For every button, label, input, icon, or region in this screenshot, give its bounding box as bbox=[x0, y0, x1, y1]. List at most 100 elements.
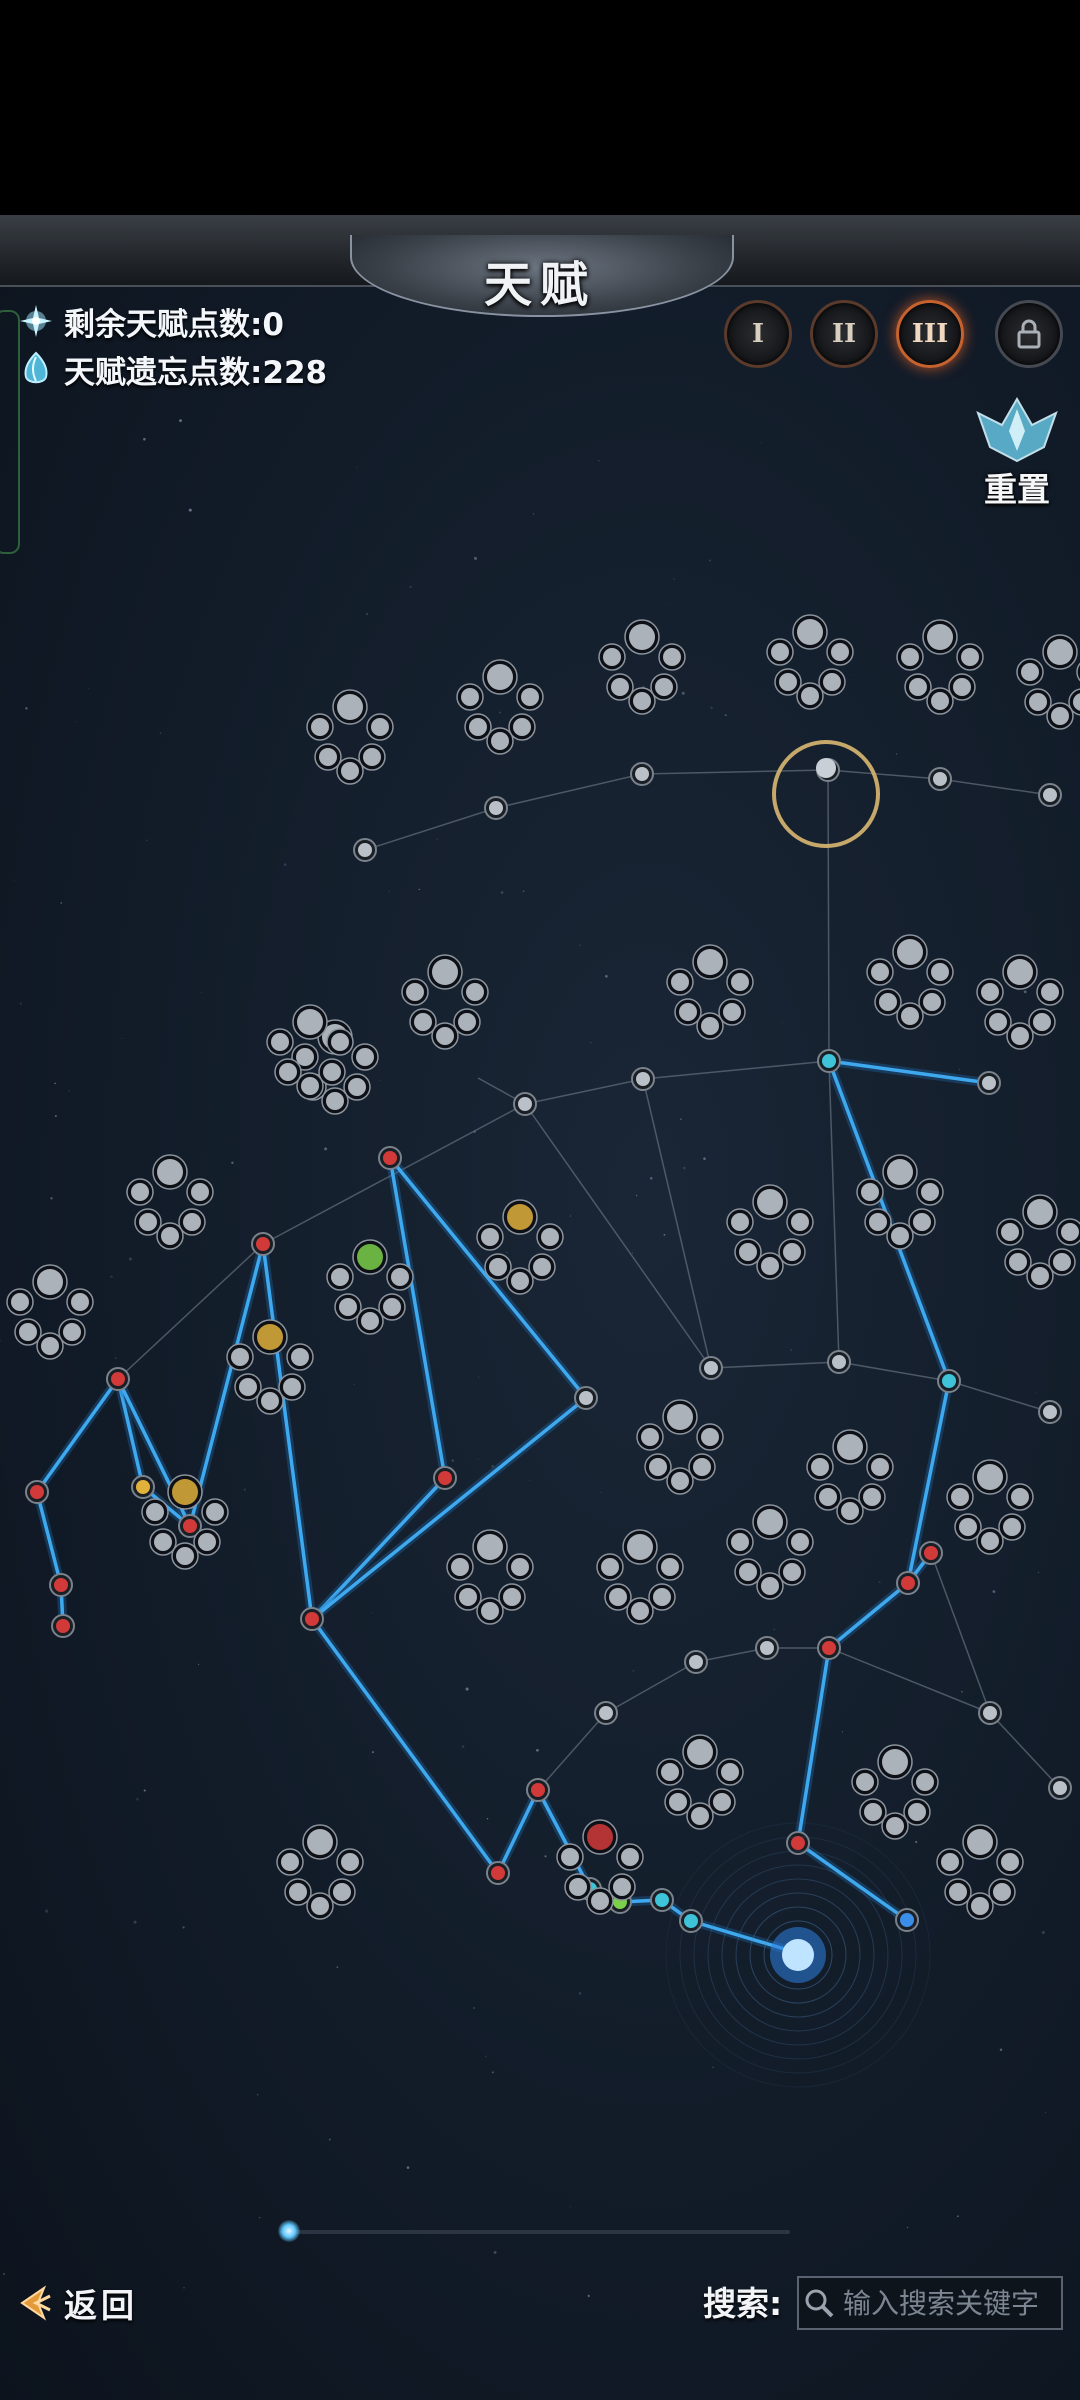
skill-node-icon[interactable] bbox=[757, 1509, 783, 1535]
skill-node-icon[interactable] bbox=[371, 718, 389, 736]
skill-node-icon[interactable] bbox=[783, 1243, 801, 1261]
skill-node-icon[interactable] bbox=[641, 1428, 659, 1446]
skill-node-icon[interactable] bbox=[1041, 983, 1059, 1001]
skill-node-icon[interactable] bbox=[931, 692, 949, 710]
talent-hub-node-core[interactable] bbox=[635, 767, 649, 781]
skill-node-icon[interactable] bbox=[297, 1009, 323, 1035]
search-box[interactable] bbox=[797, 2276, 1063, 2330]
skill-node-icon[interactable] bbox=[461, 688, 479, 706]
skill-node-icon[interactable] bbox=[466, 983, 484, 1001]
skill-node-icon[interactable] bbox=[591, 1892, 609, 1910]
tier-3-button[interactable]: III bbox=[896, 300, 964, 368]
skill-node-icon[interactable] bbox=[337, 694, 363, 720]
skill-node-icon[interactable] bbox=[239, 1378, 257, 1396]
skill-node-icon[interactable] bbox=[341, 1853, 359, 1871]
skill-node-icon[interactable] bbox=[687, 1739, 713, 1765]
skill-node-icon[interactable] bbox=[669, 1793, 687, 1811]
skill-node-icon[interactable] bbox=[901, 648, 919, 666]
skill-node-icon[interactable] bbox=[923, 993, 941, 1011]
skill-node-icon[interactable] bbox=[161, 1227, 179, 1245]
tier-locked-button[interactable] bbox=[995, 300, 1063, 368]
skill-node-icon[interactable] bbox=[627, 1534, 653, 1560]
skill-node-icon[interactable] bbox=[916, 1773, 934, 1791]
talent-hub-node-core[interactable] bbox=[111, 1372, 125, 1386]
skill-node-icon[interactable] bbox=[261, 1392, 279, 1410]
skill-node-icon[interactable] bbox=[691, 1807, 709, 1825]
skill-node-icon[interactable] bbox=[1047, 639, 1073, 665]
talent-hub-node-core[interactable] bbox=[933, 772, 947, 786]
skill-node-icon[interactable] bbox=[981, 1532, 999, 1550]
talent-hub-node-core[interactable] bbox=[531, 1783, 545, 1797]
skill-node-icon[interactable] bbox=[897, 939, 923, 965]
skill-node-icon[interactable] bbox=[901, 1007, 919, 1025]
scrollbar-track[interactable] bbox=[280, 2230, 790, 2234]
skill-node-icon[interactable] bbox=[319, 748, 337, 766]
skill-node-icon[interactable] bbox=[587, 1824, 613, 1850]
skill-node-icon[interactable] bbox=[671, 973, 689, 991]
skill-node-icon[interactable] bbox=[823, 673, 841, 691]
skill-node-icon[interactable] bbox=[503, 1588, 521, 1606]
skill-node-icon[interactable] bbox=[1003, 1518, 1021, 1536]
skill-node-icon[interactable] bbox=[361, 1312, 379, 1330]
skill-node-icon[interactable] bbox=[311, 718, 329, 736]
skill-node-icon[interactable] bbox=[841, 1502, 859, 1520]
skill-node-icon[interactable] bbox=[533, 1258, 551, 1276]
skill-node-icon[interactable] bbox=[779, 673, 797, 691]
skill-node-icon[interactable] bbox=[783, 1563, 801, 1581]
skill-node-icon[interactable] bbox=[279, 1063, 297, 1081]
skill-node-icon[interactable] bbox=[886, 1817, 904, 1835]
skill-node-icon[interactable] bbox=[451, 1558, 469, 1576]
skill-node-icon[interactable] bbox=[661, 1558, 679, 1576]
skill-node-icon[interactable] bbox=[301, 1077, 319, 1095]
skill-node-icon[interactable] bbox=[801, 687, 819, 705]
skill-node-icon[interactable] bbox=[941, 1853, 959, 1871]
skill-node-icon[interactable] bbox=[701, 1017, 719, 1035]
skill-node-icon[interactable] bbox=[887, 1159, 913, 1185]
skill-node-icon[interactable] bbox=[1001, 1853, 1019, 1871]
skill-node-icon[interactable] bbox=[511, 1558, 529, 1576]
talent-hub-node-core[interactable] bbox=[791, 1836, 805, 1850]
skill-node-icon[interactable] bbox=[323, 1063, 341, 1081]
skill-node-icon[interactable] bbox=[1011, 1488, 1029, 1506]
skill-node-icon[interactable] bbox=[959, 1518, 977, 1536]
talent-hub-node-core[interactable] bbox=[256, 1237, 270, 1251]
skill-node-icon[interactable] bbox=[967, 1829, 993, 1855]
skill-node-icon[interactable] bbox=[819, 1488, 837, 1506]
skill-node-icon[interactable] bbox=[864, 1803, 882, 1821]
skill-node-icon[interactable] bbox=[231, 1348, 249, 1366]
skill-node-icon[interactable] bbox=[653, 1588, 671, 1606]
skill-node-icon[interactable] bbox=[491, 732, 509, 750]
skill-node-icon[interactable] bbox=[731, 1533, 749, 1551]
skill-node-icon[interactable] bbox=[731, 1213, 749, 1231]
skill-node-icon[interactable] bbox=[811, 1458, 829, 1476]
skill-node-icon[interactable] bbox=[629, 624, 655, 650]
talent-hub-node-core[interactable] bbox=[832, 1355, 846, 1369]
skill-node-icon[interactable] bbox=[333, 1883, 351, 1901]
skill-node-icon[interactable] bbox=[739, 1563, 757, 1581]
skill-node-icon[interactable] bbox=[609, 1588, 627, 1606]
talent-hub-node-core[interactable] bbox=[689, 1655, 703, 1669]
talent-hub-node-core[interactable] bbox=[1043, 1405, 1057, 1419]
skill-node-icon[interactable] bbox=[71, 1293, 89, 1311]
talent-hub-node-core[interactable] bbox=[305, 1612, 319, 1626]
skill-node-icon[interactable] bbox=[481, 1228, 499, 1246]
skill-node-icon[interactable] bbox=[307, 1829, 333, 1855]
skill-node-icon[interactable] bbox=[927, 624, 953, 650]
skill-node-icon[interactable] bbox=[357, 1244, 383, 1270]
skill-node-icon[interactable] bbox=[131, 1183, 149, 1201]
talent-hub-node-core[interactable] bbox=[901, 1576, 915, 1590]
skill-node-icon[interactable] bbox=[701, 1428, 719, 1446]
skill-node-icon[interactable] bbox=[679, 1003, 697, 1021]
skill-node-icon[interactable] bbox=[879, 993, 897, 1011]
talent-hub-node-core[interactable] bbox=[56, 1619, 70, 1633]
talent-hub-node-core[interactable] bbox=[30, 1485, 44, 1499]
skill-node-icon[interactable] bbox=[1027, 1199, 1053, 1225]
skill-node-icon[interactable] bbox=[176, 1547, 194, 1565]
skill-node-icon[interactable] bbox=[1051, 707, 1069, 725]
skill-node-icon[interactable] bbox=[913, 1213, 931, 1231]
skill-node-icon[interactable] bbox=[296, 1048, 314, 1066]
skill-node-icon[interactable] bbox=[761, 1257, 779, 1275]
skill-node-icon[interactable] bbox=[837, 1434, 863, 1460]
skill-node-icon[interactable] bbox=[11, 1293, 29, 1311]
skill-node-icon[interactable] bbox=[432, 959, 458, 985]
